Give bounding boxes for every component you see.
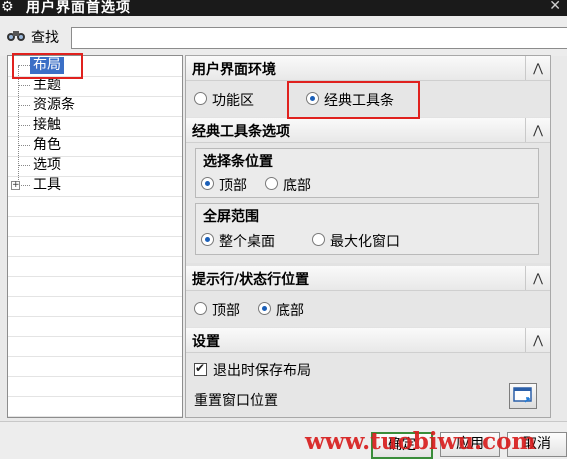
tree-empty-row <box>8 196 182 217</box>
group-title: 选择条位置 <box>203 154 273 170</box>
radio-indicator <box>265 177 278 190</box>
radio-label: 功能区 <box>212 93 254 109</box>
radio-entire-desktop[interactable]: 整个桌面 <box>201 232 291 250</box>
section-header-classic-toolbar[interactable]: 经典工具条选项 ⋀ <box>186 118 550 143</box>
find-bar: 查找 <box>0 16 567 56</box>
group-fullscreen-scope: 全屏范围 整个桌面 最大化窗口 <box>195 203 539 255</box>
section-header-settings[interactable]: 设置 ⋀ <box>186 328 550 353</box>
section-body-prompt-status: 顶部 底部 <box>186 291 550 327</box>
tree-item-label: 角色 <box>33 137 61 153</box>
radio-label: 顶部 <box>219 178 247 194</box>
radio-indicator <box>194 302 207 315</box>
tree-empty-row <box>8 296 182 317</box>
radio-prompt-bottom[interactable]: 底部 <box>258 301 318 319</box>
section-title: 经典工具条选项 <box>192 124 290 140</box>
tree-connector <box>18 85 30 86</box>
radio-label: 顶部 <box>212 303 240 319</box>
tree-empty-row <box>8 216 182 237</box>
tree-item-resource-bar[interactable]: 资源条 <box>8 96 182 117</box>
section-title: 用户界面环境 <box>192 62 276 78</box>
tree-item-theme[interactable]: 主题 <box>8 76 182 97</box>
expand-icon[interactable]: + <box>11 181 20 190</box>
highlight-box-classic-toolbar <box>287 81 420 119</box>
tree-item-label: 选项 <box>33 157 61 173</box>
save-layout-label: 退出时保存布局 <box>213 363 311 379</box>
find-label: 查找 <box>31 30 59 46</box>
tree-connector <box>18 105 30 106</box>
section-body-settings: ✔ 退出时保存布局 重置窗口位置 <box>186 353 550 417</box>
check-icon: ✔ <box>195 361 206 375</box>
section-header-prompt-status[interactable]: 提示行/状态行位置 ⋀ <box>186 266 550 291</box>
category-tree: 布局 主题 资源条 接触 角色 选项 + 工具 <box>7 55 183 418</box>
radio-label: 最大化窗口 <box>330 234 400 250</box>
section-title: 设置 <box>192 334 220 350</box>
binoculars-icon <box>7 31 25 41</box>
section-body-classic-toolbar: 选择条位置 顶部 底部 全屏范围 整个桌面 最大化窗口 <box>186 143 550 263</box>
tree-empty-row <box>8 396 182 417</box>
title-bar: ⚙ 用户界面首选项 ✕ <box>0 0 567 16</box>
tree-empty-row <box>8 356 182 377</box>
gear-icon: ⚙ <box>1 0 14 15</box>
window-title: 用户界面首选项 <box>26 0 131 16</box>
radio-indicator <box>201 233 214 246</box>
radio-label: 底部 <box>283 178 311 194</box>
radio-indicator <box>312 233 325 246</box>
group-title: 全屏范围 <box>203 209 259 225</box>
radio-selection-bar-top[interactable]: 顶部 <box>201 176 261 194</box>
tree-item-label: 工具 <box>33 177 61 193</box>
tree-empty-row <box>8 276 182 297</box>
reset-window-position-label: 重置窗口位置 <box>194 393 278 409</box>
reset-window-position-button[interactable] <box>509 383 537 409</box>
tree-item-options[interactable]: 选项 <box>8 156 182 177</box>
tree-item-touch[interactable]: 接触 <box>8 116 182 137</box>
collapse-icon[interactable]: ⋀ <box>525 328 550 352</box>
radio-label: 底部 <box>276 303 304 319</box>
group-selection-bar-position: 选择条位置 顶部 底部 <box>195 148 539 198</box>
window-reset-icon <box>513 387 532 403</box>
save-layout-checkbox[interactable]: ✔ <box>194 361 207 376</box>
tree-connector <box>18 145 30 146</box>
radio-indicator <box>201 177 214 190</box>
tree-item-label: 资源条 <box>33 97 75 113</box>
tree-empty-row <box>8 236 182 257</box>
tree-empty-row <box>8 316 182 337</box>
highlight-box-layout <box>12 53 83 79</box>
collapse-icon[interactable]: ⋀ <box>525 118 550 142</box>
radio-maximized-window[interactable]: 最大化窗口 <box>312 232 422 250</box>
tree-item-label: 接触 <box>33 117 61 133</box>
radio-selection-bar-bottom[interactable]: 底部 <box>265 176 325 194</box>
tree-empty-row <box>8 336 182 357</box>
close-icon[interactable]: ✕ <box>549 0 561 14</box>
radio-prompt-top[interactable]: 顶部 <box>194 301 254 319</box>
section-header-ui-environment[interactable]: 用户界面环境 ⋀ <box>186 56 550 81</box>
radio-indicator <box>194 92 207 105</box>
tree-item-tools[interactable]: + 工具 <box>8 176 182 197</box>
tree-connector <box>18 165 30 166</box>
tree-empty-row <box>8 256 182 277</box>
collapse-icon[interactable]: ⋀ <box>525 266 550 290</box>
section-title: 提示行/状态行位置 <box>192 272 310 288</box>
tree-connector <box>18 125 30 126</box>
radio-ribbon[interactable]: 功能区 <box>194 91 284 109</box>
tree-item-label: 主题 <box>33 77 61 93</box>
radio-indicator <box>258 302 271 315</box>
radio-label: 整个桌面 <box>219 234 275 250</box>
tree-item-role[interactable]: 角色 <box>8 136 182 157</box>
watermark: www.tuobiwu.com <box>305 428 536 455</box>
tree-empty-row <box>8 376 182 397</box>
collapse-icon[interactable]: ⋀ <box>525 56 550 80</box>
find-input[interactable] <box>71 27 567 49</box>
